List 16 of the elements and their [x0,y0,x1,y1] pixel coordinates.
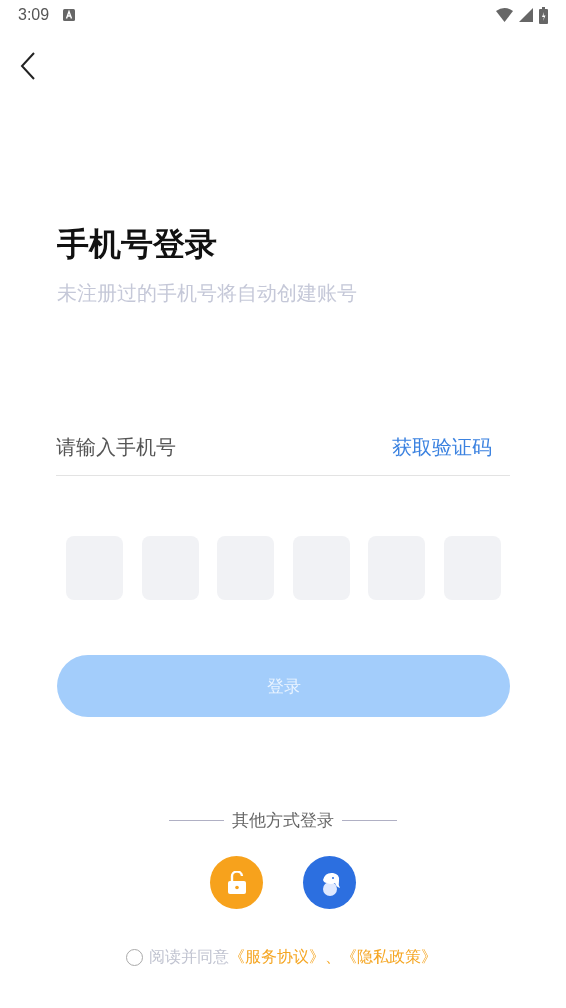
agreement-text: 阅读并同意 [149,947,229,968]
subtitle: 未注册过的手机号将自动创建账号 [57,280,358,307]
battery-icon [539,6,548,24]
agreement-link[interactable]: 《服务协议》 [229,947,325,968]
page-title: 手机号登录 [57,224,218,264]
wifi-icon [496,8,513,22]
unlock-login-button[interactable] [210,856,263,909]
agreement-link[interactable]: 、《隐私政策》 [325,947,437,968]
unlock-icon [226,870,247,895]
phone-input[interactable]: 请输入手机号 [56,435,392,459]
other-login-label: 其他方式登录 [232,809,334,832]
elephant-login-button[interactable] [303,856,356,909]
get-code-link[interactable]: 获取验证码 [392,433,492,461]
notification-icon [63,9,76,21]
status-time: 3:09 [18,6,50,24]
signal-icon [519,8,533,22]
